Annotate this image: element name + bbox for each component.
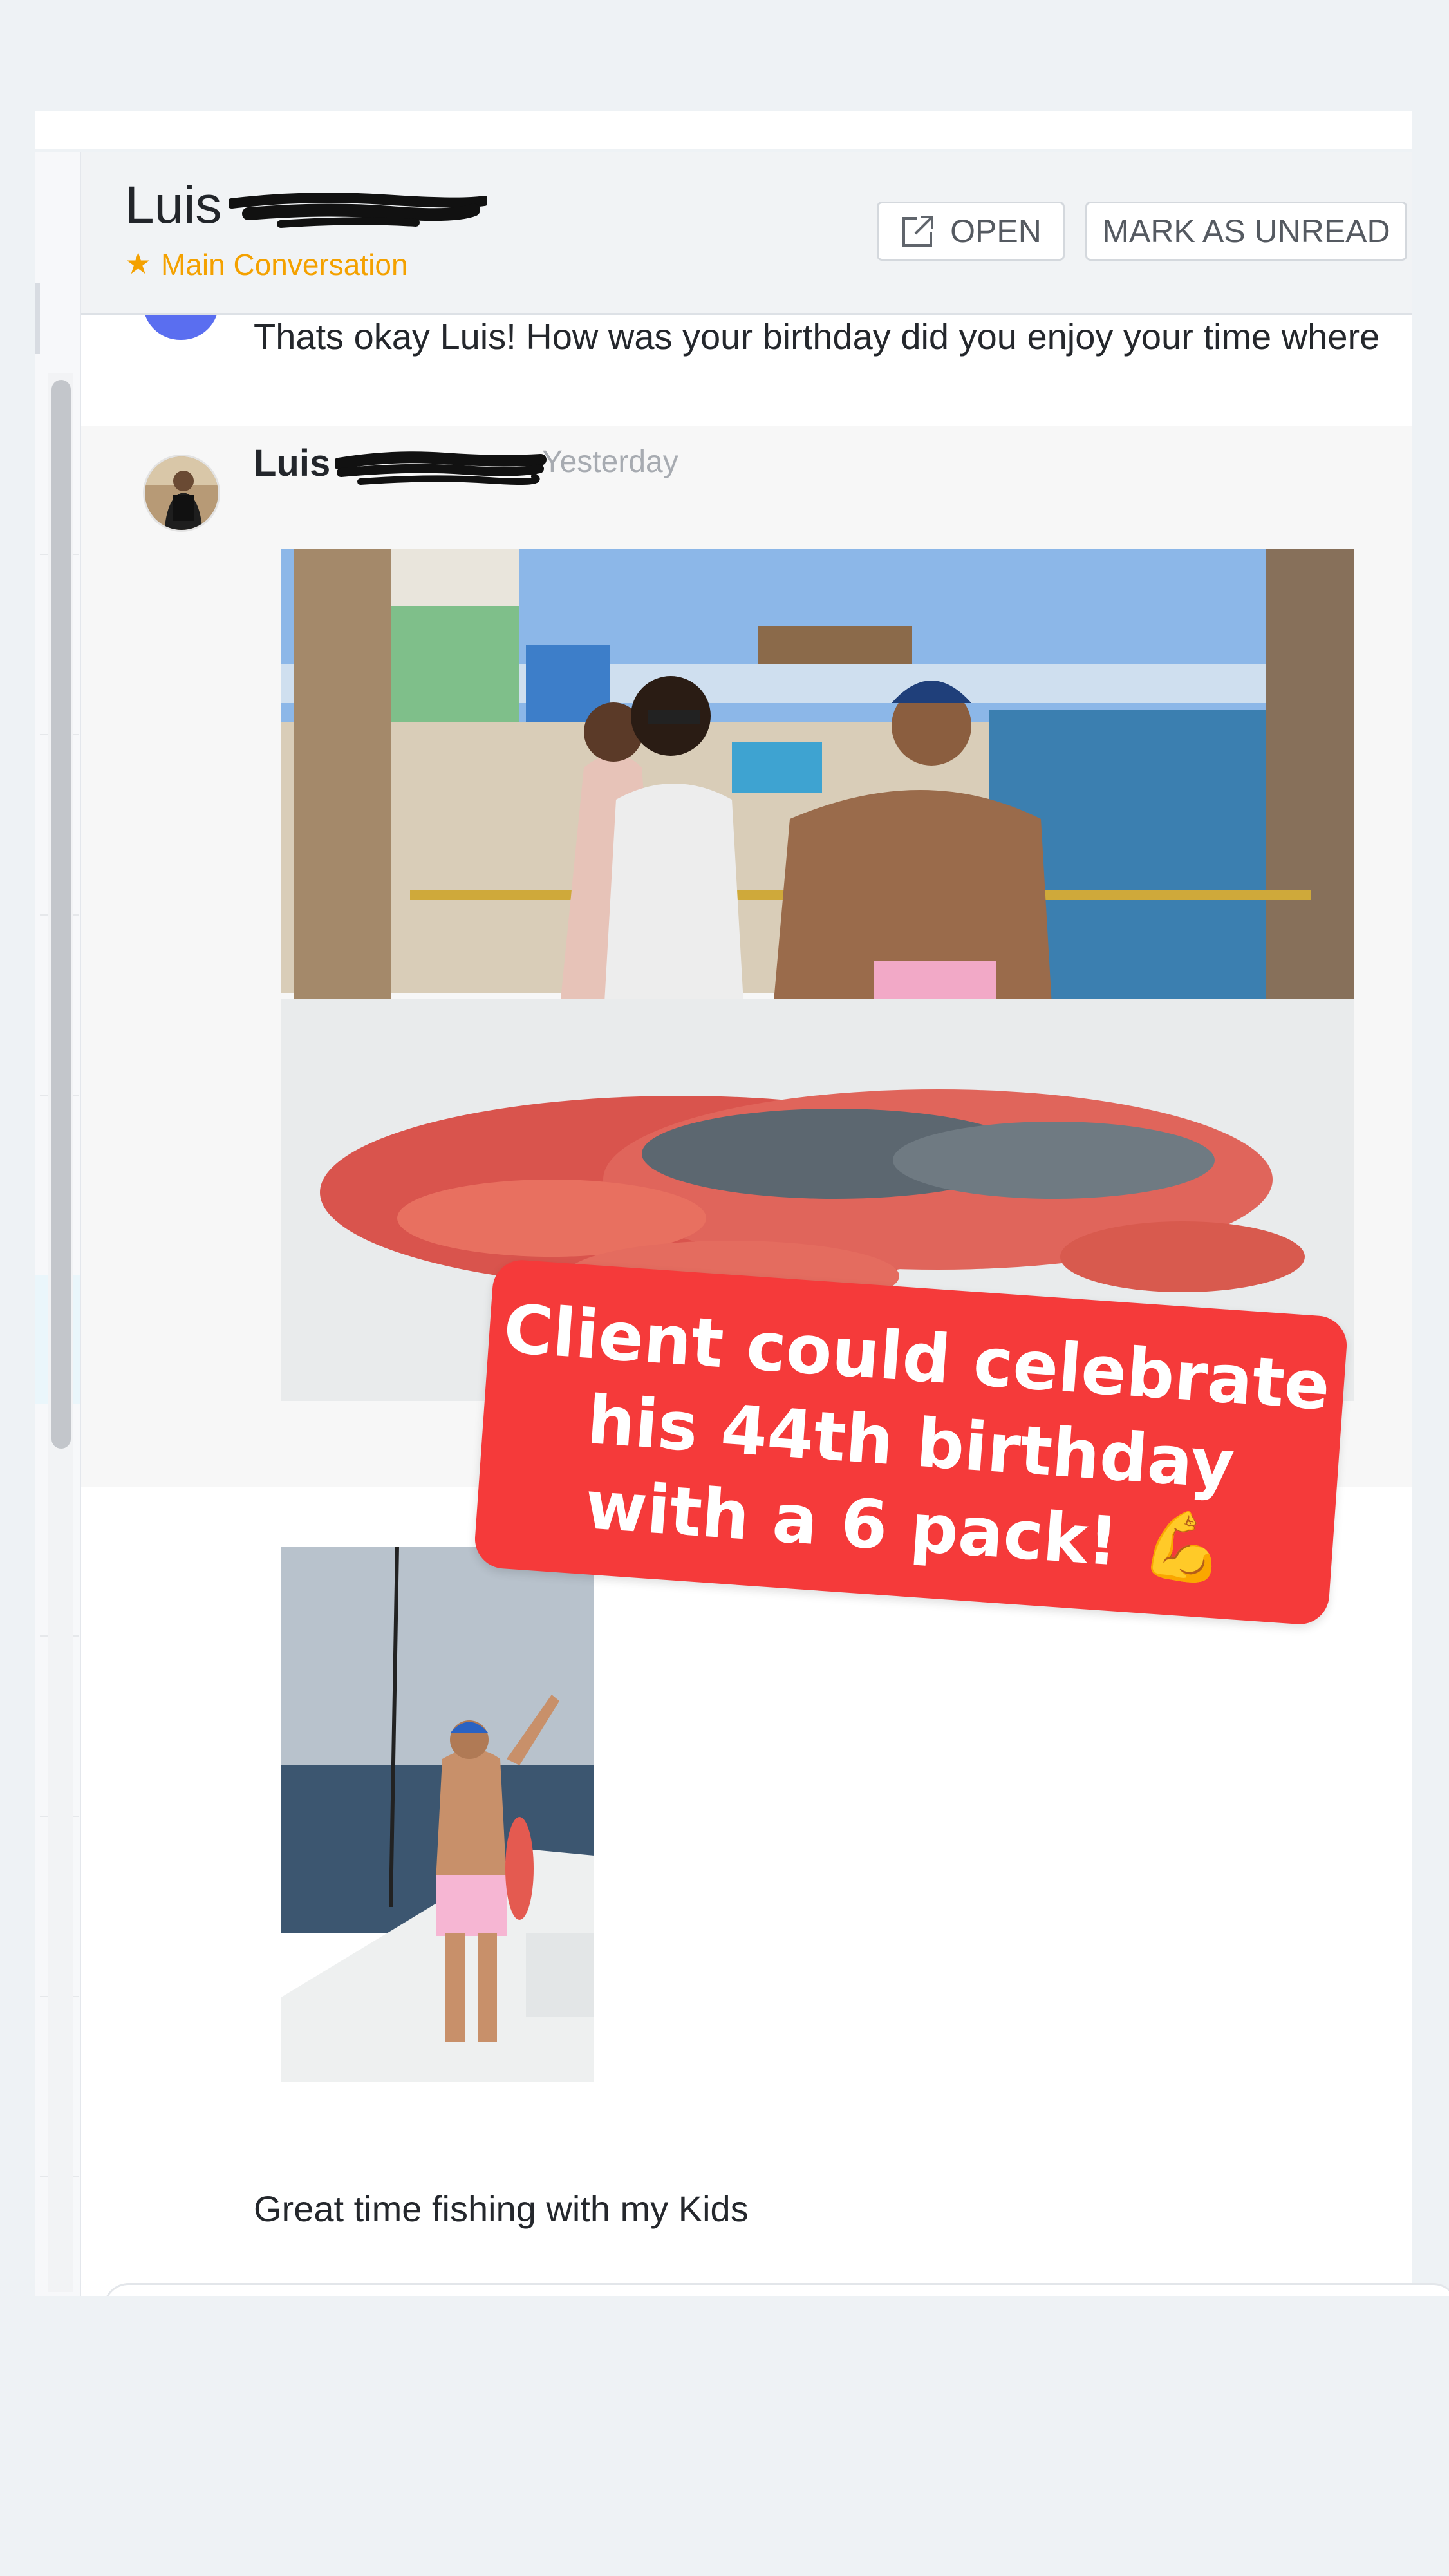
redaction-scribble — [229, 193, 487, 228]
open-button-label: OPEN — [950, 213, 1042, 249]
window-top-bar — [35, 111, 1412, 149]
mark-as-unread-button[interactable]: MARK AS UNREAD — [1085, 202, 1407, 261]
conversation-list-item[interactable] — [35, 283, 40, 354]
open-button[interactable]: OPEN — [877, 202, 1065, 261]
page-background — [0, 2296, 1449, 2576]
external-link-icon — [902, 216, 934, 247]
message-caption: Great time fishing with my Kids — [254, 2188, 749, 2229]
promo-sticker: Client could celebrate his 44th birthday… — [472, 1258, 1349, 1626]
message-timestamp: Yesterday — [542, 445, 678, 479]
attached-photo-fish-catch[interactable] — [281, 549, 1354, 1401]
conversation-label: Main Conversation — [161, 248, 408, 281]
scrollbar-thumb[interactable] — [51, 380, 71, 1449]
previous-message-text: Thats okay Luis! How was your birthday d… — [254, 316, 1380, 357]
redaction-scribble — [335, 451, 547, 485]
sender-name: Luis — [254, 442, 331, 484]
mark-as-unread-label: MARK AS UNREAD — [1102, 213, 1390, 249]
contact-avatar[interactable] — [143, 455, 220, 532]
contact-name: Luis — [125, 176, 222, 234]
star-icon: ★ — [125, 247, 152, 280]
attached-photo-boat[interactable] — [281, 1547, 594, 2082]
